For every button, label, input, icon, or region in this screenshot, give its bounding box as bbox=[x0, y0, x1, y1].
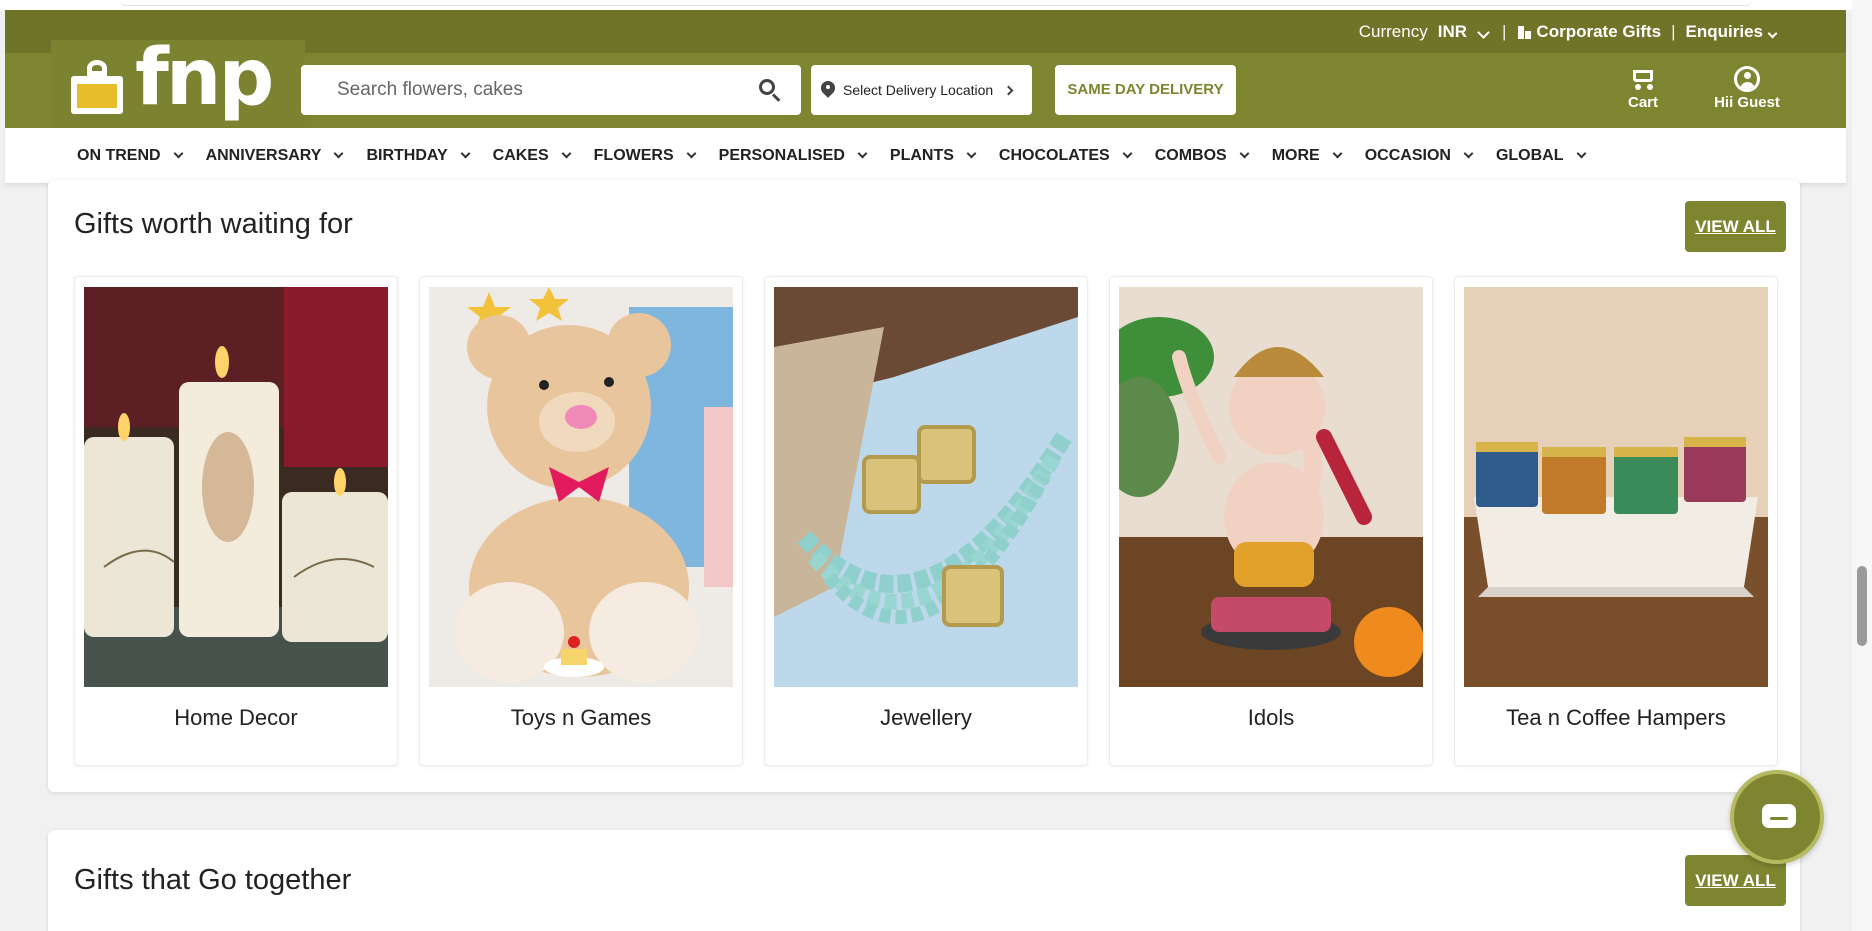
gift-logo-icon bbox=[71, 60, 123, 114]
nav-on-trend[interactable]: ON TREND bbox=[77, 146, 184, 165]
card-label: Tea n Coffee Hampers bbox=[1506, 705, 1726, 730]
nav-label: OCCASION bbox=[1364, 146, 1451, 164]
chevron-down-icon bbox=[1477, 25, 1490, 39]
category-card-toys-n-games[interactable]: Toys n Games bbox=[419, 276, 743, 766]
card-label: Jewellery bbox=[880, 705, 972, 730]
nav-anniversary[interactable]: ANNIVERSARY bbox=[205, 146, 344, 165]
chevron-down-icon bbox=[460, 148, 471, 159]
utility-links: Currency INR | Corporate Gifts | Enquiri… bbox=[1359, 10, 1780, 53]
fnp-logo[interactable]: fnp bbox=[51, 33, 305, 138]
building-icon bbox=[1516, 25, 1532, 39]
user-icon bbox=[1702, 64, 1792, 94]
scrollbar-thumb[interactable] bbox=[1857, 566, 1867, 646]
chevron-down-icon bbox=[1576, 148, 1586, 159]
chat-button[interactable] bbox=[1730, 770, 1824, 864]
nav-label: GLOBAL bbox=[1495, 146, 1564, 164]
page: Currency INR | Corporate Gifts | Enquiri… bbox=[0, 0, 1872, 931]
currency-value: INR bbox=[1437, 21, 1467, 41]
toys-n-games-image bbox=[429, 287, 733, 687]
nav-label: PLANTS bbox=[889, 146, 954, 164]
nav-cakes[interactable]: CAKES bbox=[492, 146, 572, 165]
page-scrollbar[interactable] bbox=[1852, 0, 1872, 931]
nav-label: FLOWERS bbox=[593, 146, 674, 164]
chevron-down-icon bbox=[1239, 148, 1250, 159]
category-card-tea-n-coffee-hampers[interactable]: Tea n Coffee Hampers bbox=[1454, 276, 1778, 766]
chevron-down-icon bbox=[1767, 28, 1778, 38]
section-title: Gifts worth waiting for bbox=[74, 208, 353, 240]
tea-n-coffee-hampers-image bbox=[1464, 287, 1768, 687]
nav-plants[interactable]: PLANTS bbox=[889, 146, 977, 165]
category-card-jewellery[interactable]: Jewellery bbox=[764, 276, 1088, 766]
currency-label: Currency bbox=[1358, 21, 1428, 41]
chevron-down-icon bbox=[857, 148, 868, 159]
enquiries-label: Enquiries bbox=[1685, 21, 1763, 41]
corporate-gifts-link[interactable]: Corporate Gifts bbox=[1516, 22, 1661, 42]
nav-label: CHOCOLATES bbox=[998, 146, 1110, 164]
user-label: Hii Guest bbox=[1714, 94, 1780, 111]
chevron-right-icon bbox=[1003, 85, 1014, 95]
nav-label: ON TREND bbox=[77, 146, 161, 164]
search-input[interactable]: Search flowers, cakes bbox=[301, 65, 801, 115]
chevron-down-icon bbox=[173, 148, 184, 159]
nav-more[interactable]: MORE bbox=[1271, 146, 1343, 165]
nav-label: COMBOS bbox=[1154, 146, 1227, 164]
card-label: Idols bbox=[1247, 705, 1295, 730]
chevron-down-icon bbox=[1122, 148, 1133, 159]
nav-chocolates[interactable]: CHOCOLATES bbox=[998, 146, 1133, 165]
home-decor-image bbox=[84, 287, 388, 687]
enquiries-menu[interactable]: Enquiries bbox=[1686, 22, 1780, 42]
chevron-down-icon bbox=[333, 148, 344, 159]
nav-label: CAKES bbox=[492, 146, 549, 164]
search-placeholder: Search flowers, cakes bbox=[337, 79, 523, 100]
chevron-down-icon bbox=[1332, 148, 1343, 159]
gifts-worth-waiting-section: Gifts worth waiting for VIEW ALL Home De… bbox=[48, 180, 1800, 792]
cart-label: Cart bbox=[1627, 94, 1658, 111]
search-icon[interactable] bbox=[759, 79, 781, 102]
same-day-delivery-button[interactable]: SAME DAY DELIVERY bbox=[1055, 65, 1236, 115]
card-label: Home Decor bbox=[174, 705, 298, 730]
nav-label: MORE bbox=[1271, 146, 1320, 164]
separator: | bbox=[1502, 21, 1507, 41]
jewellery-image bbox=[774, 287, 1078, 687]
idols-image bbox=[1119, 287, 1423, 687]
nav-global[interactable]: GLOBAL bbox=[1495, 146, 1586, 165]
nav-label: BIRTHDAY bbox=[366, 146, 448, 164]
corporate-gifts-label: Corporate Gifts bbox=[1536, 21, 1662, 41]
separator: | bbox=[1671, 21, 1676, 41]
section-title: Gifts that Go together bbox=[74, 864, 352, 896]
chevron-down-icon bbox=[966, 148, 977, 159]
category-nav: ON TREND ANNIVERSARY BIRTHDAY CAKES FLOW… bbox=[5, 128, 1846, 184]
top-content-edge bbox=[0, 0, 1872, 10]
nav-label: PERSONALISED bbox=[718, 146, 845, 164]
view-all-button[interactable]: VIEW ALL bbox=[1685, 201, 1786, 252]
cart-button[interactable]: Cart bbox=[1603, 64, 1683, 118]
delivery-location-label: Select Delivery Location bbox=[843, 82, 994, 98]
chevron-down-icon bbox=[561, 148, 572, 159]
category-card-home-decor[interactable]: Home Decor bbox=[74, 276, 398, 766]
category-cards: Home Decor Toys n Games Jewellery Idols … bbox=[74, 276, 1778, 766]
location-pin-icon bbox=[821, 81, 835, 99]
logo-wordmark: fnp bbox=[135, 33, 274, 123]
nav-occasion[interactable]: OCCASION bbox=[1364, 146, 1474, 165]
gifts-that-go-together-section: Gifts that Go together VIEW ALL bbox=[48, 830, 1800, 931]
card-label: Toys n Games bbox=[510, 705, 652, 730]
nav-label: ANNIVERSARY bbox=[205, 146, 322, 164]
nav-flowers[interactable]: FLOWERS bbox=[593, 146, 697, 165]
nav-personalised[interactable]: PERSONALISED bbox=[718, 146, 868, 165]
delivery-location-button[interactable]: Select Delivery Location bbox=[811, 65, 1032, 115]
nav-birthday[interactable]: BIRTHDAY bbox=[366, 146, 471, 165]
cart-icon bbox=[1603, 64, 1683, 94]
chevron-down-icon bbox=[1463, 148, 1474, 159]
site-header: Currency INR | Corporate Gifts | Enquiri… bbox=[5, 10, 1846, 138]
account-button[interactable]: Hii Guest bbox=[1702, 64, 1792, 118]
chat-icon bbox=[1762, 804, 1796, 828]
nav-combos[interactable]: COMBOS bbox=[1154, 146, 1250, 165]
chevron-down-icon bbox=[686, 148, 697, 159]
currency-selector[interactable]: INR bbox=[1438, 22, 1492, 42]
category-card-idols[interactable]: Idols bbox=[1109, 276, 1433, 766]
